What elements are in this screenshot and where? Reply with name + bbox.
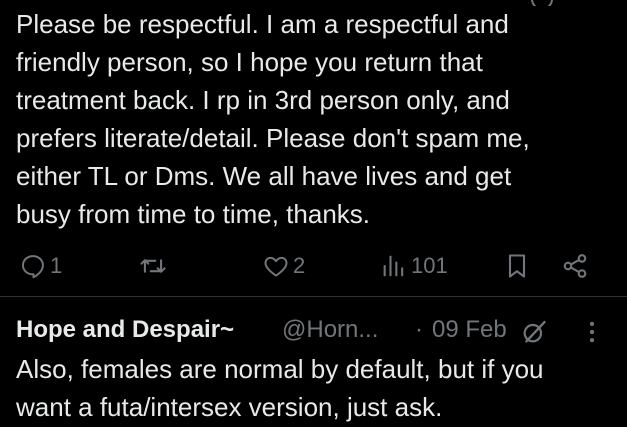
repost-icon <box>138 252 168 280</box>
reply-header: Hope and Despair~ @Horn... · 09 Feb <box>16 313 616 347</box>
like-count: 2 <box>293 253 306 278</box>
heart-icon <box>262 252 290 280</box>
header-separator: · <box>415 316 423 343</box>
reply-icon <box>19 252 47 280</box>
like-button[interactable]: 2 <box>262 248 305 284</box>
reply-button[interactable]: 1 <box>19 248 62 284</box>
post-divider <box>0 296 627 297</box>
repost-button[interactable] <box>138 248 171 284</box>
bookmark-icon <box>504 252 530 280</box>
view-count: 101 <box>411 253 448 278</box>
reply-count: 1 <box>50 253 63 278</box>
reply-author-handle[interactable]: @Horn... <box>282 313 378 347</box>
share-button[interactable] <box>561 248 589 284</box>
views-button[interactable]: 101 <box>380 248 448 284</box>
reply-text: Also, females are normal by default, but… <box>16 354 544 422</box>
reply-date[interactable]: 09 Feb <box>432 313 507 347</box>
post-action-bar: 1 2 101 <box>0 248 627 284</box>
post-text: Please be respectful. I am a respectful … <box>16 9 530 229</box>
share-icon <box>561 252 589 280</box>
bookmark-button[interactable] <box>504 248 530 284</box>
reply-author-name[interactable]: Hope and Despair~ <box>16 313 234 347</box>
views-icon <box>380 252 408 280</box>
